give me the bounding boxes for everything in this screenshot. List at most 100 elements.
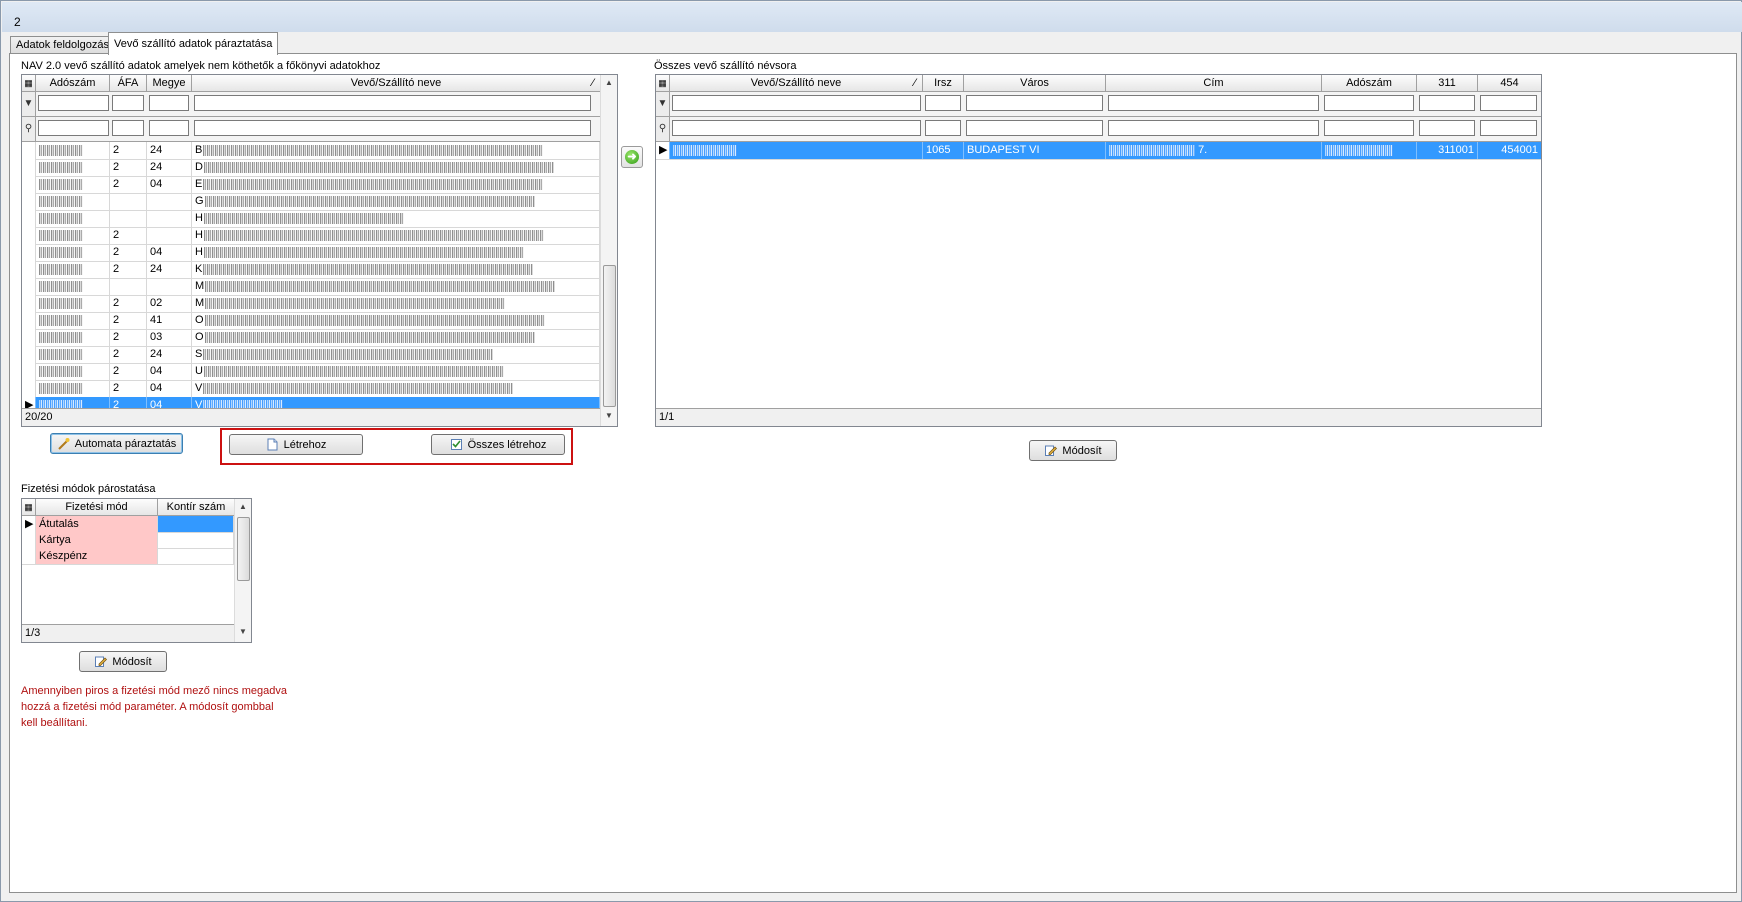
new-document-icon	[266, 438, 279, 451]
rcell-name	[670, 142, 923, 159]
sort-icon: ⁄	[592, 77, 594, 89]
warning-line-1: Amennyiben piros a fizetési mód mező nin…	[21, 685, 287, 697]
payment-modes-grid[interactable]: ▦ Fizetési mód Kontír szám ▶ Átutalás Kárt…	[21, 498, 252, 643]
transfer-button[interactable]: ➜	[621, 146, 643, 168]
table-row[interactable]: 2 24 S	[22, 346, 600, 364]
search-name-input[interactable]	[194, 120, 591, 136]
osszes-letrehoz-button[interactable]: Összes létrehoz	[431, 434, 565, 455]
all-partners-grid[interactable]: ▦ Vevő/Szállító neve ⁄ Irsz Város Cím Adó…	[655, 74, 1542, 427]
checklist-icon	[450, 438, 463, 451]
filter-name-input[interactable]	[194, 95, 591, 111]
rfilter-cim-input[interactable]	[1108, 95, 1319, 111]
table-row[interactable]: 2 24 D	[22, 159, 600, 177]
table-row[interactable]: M	[22, 278, 600, 296]
rfilter-adoszam-input[interactable]	[1324, 95, 1414, 111]
cell-fizetesi-mod: Készpénz	[36, 548, 158, 564]
pcol-fizetesi-mod[interactable]: Fizetési mód	[36, 499, 158, 515]
table-row[interactable]: Készpénz	[22, 548, 234, 565]
scroll-down-icon[interactable]: ▼	[601, 408, 617, 424]
modosit-right-button[interactable]: Módosít	[1029, 440, 1117, 461]
cell-megye	[147, 278, 192, 295]
rcell-311: 311001	[1417, 142, 1478, 159]
cell-adoszam	[36, 244, 110, 261]
table-row[interactable]: 2 41 O	[22, 312, 600, 330]
payment-scroll-down-icon[interactable]: ▼	[235, 624, 251, 640]
rsearch-name-input[interactable]	[672, 120, 921, 136]
table-row[interactable]: 2 24 B	[22, 142, 600, 160]
right-grid-record-counter: 1/1	[656, 408, 1541, 426]
rcol-varos[interactable]: Város	[964, 75, 1106, 91]
row-indicator	[22, 329, 36, 346]
rfilter-irsz-input[interactable]	[925, 95, 961, 111]
row-indicator	[22, 312, 36, 329]
table-row[interactable]: 2 04 E	[22, 176, 600, 194]
left-grid-scrollbar[interactable]: ▲ ▼	[600, 75, 617, 426]
search-adoszam-input[interactable]	[38, 120, 109, 136]
rsearch-varos-input[interactable]	[966, 120, 1103, 136]
col-afa[interactable]: ÁFA	[110, 75, 147, 91]
rsearch-454-input[interactable]	[1480, 120, 1537, 136]
col-name-label: Vevő/Szállító neve	[350, 77, 442, 89]
rsearch-cim-input[interactable]	[1108, 120, 1319, 136]
col-megye[interactable]: Megye	[147, 75, 192, 91]
rsearch-irsz-input[interactable]	[925, 120, 961, 136]
column-chooser-icon[interactable]: ▦	[22, 75, 36, 91]
col-adoszam[interactable]: Adószám	[36, 75, 110, 91]
tab-vevo-szallito-parositas[interactable]: Vevő szállító adatok páraztatása	[108, 32, 279, 55]
table-row[interactable]: 2 04 H	[22, 244, 600, 262]
rcol-454[interactable]: 454	[1478, 75, 1541, 91]
col-vevo-szallito-neve[interactable]: Vevő/Szállító neve ⁄	[192, 75, 601, 91]
rcol-311[interactable]: 311	[1417, 75, 1478, 91]
table-row[interactable]: ▶ Átutalás	[22, 516, 234, 533]
payment-grid-header: ▦ Fizetési mód Kontír szám	[22, 499, 235, 516]
cell-fizetesi-mod: Átutalás	[36, 516, 158, 532]
rfilter-454-input[interactable]	[1480, 95, 1537, 111]
row-indicator	[22, 363, 36, 380]
search-megye-input[interactable]	[149, 120, 189, 136]
table-row[interactable]: H	[22, 210, 600, 228]
rsearch-311-input[interactable]	[1419, 120, 1475, 136]
rsearch-adoszam-input[interactable]	[1324, 120, 1414, 136]
table-row[interactable]: 2 03 O	[22, 329, 600, 347]
cell-afa: 2	[110, 312, 147, 329]
table-row[interactable]: 2 02 M	[22, 295, 600, 313]
filter-adoszam-input[interactable]	[38, 95, 109, 111]
nav-unmatched-grid[interactable]: ▦ Adószám ÁFA Megye Vevő/Szállító neve ⁄ …	[21, 74, 618, 427]
cell-kontir-szam[interactable]	[158, 516, 234, 532]
cell-megye: 02	[147, 295, 192, 312]
warning-line-3: kell beállítani.	[21, 717, 88, 729]
table-row[interactable]: Kártya	[22, 532, 234, 549]
rfilter-name-input[interactable]	[672, 95, 921, 111]
letrehoz-button[interactable]: Létrehoz	[229, 434, 363, 455]
cell-megye	[147, 193, 192, 210]
payment-scroll-up-icon[interactable]: ▲	[235, 499, 251, 515]
row-indicator	[22, 244, 36, 261]
filter-megye-input[interactable]	[149, 95, 189, 111]
table-row[interactable]: 2 24 K	[22, 261, 600, 279]
rcol-irsz[interactable]: Irsz	[923, 75, 964, 91]
rcol-adoszam[interactable]: Adószám	[1322, 75, 1417, 91]
scroll-up-icon[interactable]: ▲	[601, 75, 617, 91]
search-afa-input[interactable]	[112, 120, 144, 136]
table-row[interactable]: 2 04 U	[22, 363, 600, 381]
rfilter-varos-input[interactable]	[966, 95, 1103, 111]
payment-column-chooser-icon[interactable]: ▦	[22, 499, 36, 515]
right-column-chooser-icon[interactable]: ▦	[656, 75, 670, 91]
modosit-payment-button[interactable]: Módosít	[79, 651, 167, 672]
pcol-kontir-szam[interactable]: Kontír szám	[158, 499, 235, 515]
table-row[interactable]: ▶ 1065 BUDAPEST VI 7. 311001 454001	[656, 142, 1541, 160]
cell-kontir-szam[interactable]	[158, 548, 234, 564]
table-row[interactable]: 2 04 V	[22, 380, 600, 398]
rcol-cim[interactable]: Cím	[1106, 75, 1322, 91]
table-row[interactable]: G	[22, 193, 600, 211]
tab-adatok-feldolgozasa[interactable]: Adatok feldolgozása	[10, 36, 122, 54]
payment-scroll-thumb[interactable]	[237, 517, 250, 581]
cell-kontir-szam[interactable]	[158, 532, 234, 548]
automata-parositas-button[interactable]: Automata páraztatás	[50, 433, 183, 454]
scroll-thumb[interactable]	[603, 265, 616, 407]
payment-scrollbar[interactable]: ▲ ▼	[234, 499, 251, 642]
rcol-name[interactable]: Vevő/Szállító neve ⁄	[670, 75, 923, 91]
filter-afa-input[interactable]	[112, 95, 144, 111]
rfilter-311-input[interactable]	[1419, 95, 1475, 111]
table-row[interactable]: 2H	[22, 227, 600, 245]
